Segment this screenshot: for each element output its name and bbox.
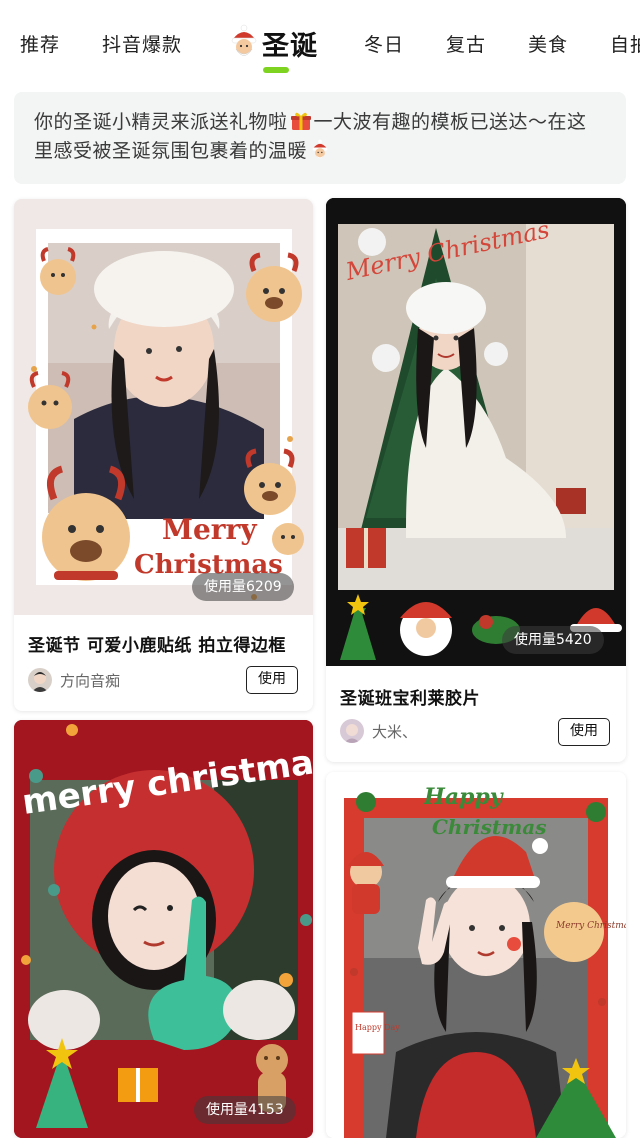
active-tab-indicator [263, 67, 289, 73]
template-title: 圣诞班宝利莱胶片 [340, 689, 480, 709]
svg-text:Christmas: Christmas [432, 815, 546, 839]
polaroid-reindeer-frame-image: Merry Christmas [14, 199, 313, 615]
template-card[interactable]: Merry Christmas 使用量5420 圣诞班宝利莱胶片 大米、 使用 [326, 198, 626, 762]
category-tab-bar: 推荐 抖音爆款 圣诞 冬日 复古 美食 自拍 [0, 0, 640, 82]
tab-recommend[interactable]: 推荐 [20, 30, 60, 57]
use-template-button[interactable]: 使用 [246, 666, 298, 694]
tab-selfie[interactable]: 自拍 [610, 30, 640, 57]
author-name: 方向音痴 [60, 671, 121, 690]
usage-count-badge: 使用量4153 [194, 1096, 296, 1124]
usage-count-badge: 使用量5420 [502, 626, 604, 654]
tab-christmas[interactable]: 圣诞 [262, 24, 318, 63]
svg-text:Happy Day: Happy Day [355, 1023, 400, 1032]
banner-text-part-1: 你的圣诞小精灵来派送礼物啦 [34, 111, 288, 133]
avatar [340, 719, 364, 743]
svg-text:Merry Christmas: Merry Christmas [555, 921, 626, 931]
tab-winter[interactable]: 冬日 [364, 30, 404, 57]
template-preview-image[interactable]: Happy Christmas Merry Christmas Happy Da… [326, 772, 626, 1138]
red-knit-hat-frame-image: merry christmas [14, 720, 313, 1138]
svg-text:Merry: Merry [162, 513, 257, 546]
film-christmas-tree-frame-image: Merry Christmas [326, 198, 626, 666]
tab-retro[interactable]: 复古 [446, 30, 486, 57]
template-card[interactable]: merry christmas 使用量4153 [14, 720, 313, 1138]
happy-christmas-frame-image: Happy Christmas Merry Christmas Happy Da… [326, 772, 626, 1138]
template-card[interactable]: Happy Christmas Merry Christmas Happy Da… [326, 772, 626, 1138]
santa-face-icon [312, 139, 328, 159]
template-card[interactable]: Merry Christmas 使用量6209 圣诞节 可爱小鹿贴纸 拍立得边框… [14, 199, 313, 711]
usage-count-badge: 使用量6209 [192, 573, 294, 601]
tab-douyin-hot[interactable]: 抖音爆款 [102, 30, 182, 57]
template-preview-image[interactable]: Merry Christmas [14, 199, 313, 615]
topic-banner: 你的圣诞小精灵来派送礼物啦 一大波有趣的模板已送达～在这里感受被圣诞氛围包裹着的… [14, 92, 626, 184]
gift-icon [290, 112, 311, 130]
use-template-button[interactable]: 使用 [558, 718, 610, 746]
santa-face-icon [231, 24, 257, 56]
author-name: 大米、 [372, 722, 418, 741]
author-info[interactable]: 方向音痴 [28, 667, 120, 693]
template-preview-image[interactable]: Merry Christmas [326, 198, 626, 666]
tab-food[interactable]: 美食 [528, 30, 568, 57]
svg-text:Happy: Happy [423, 784, 505, 810]
avatar [28, 668, 52, 692]
author-info[interactable]: 大米、 [340, 718, 417, 744]
template-title: 圣诞节 可爱小鹿贴纸 拍立得边框 [28, 636, 286, 656]
template-preview-image[interactable]: merry christmas [14, 720, 313, 1138]
